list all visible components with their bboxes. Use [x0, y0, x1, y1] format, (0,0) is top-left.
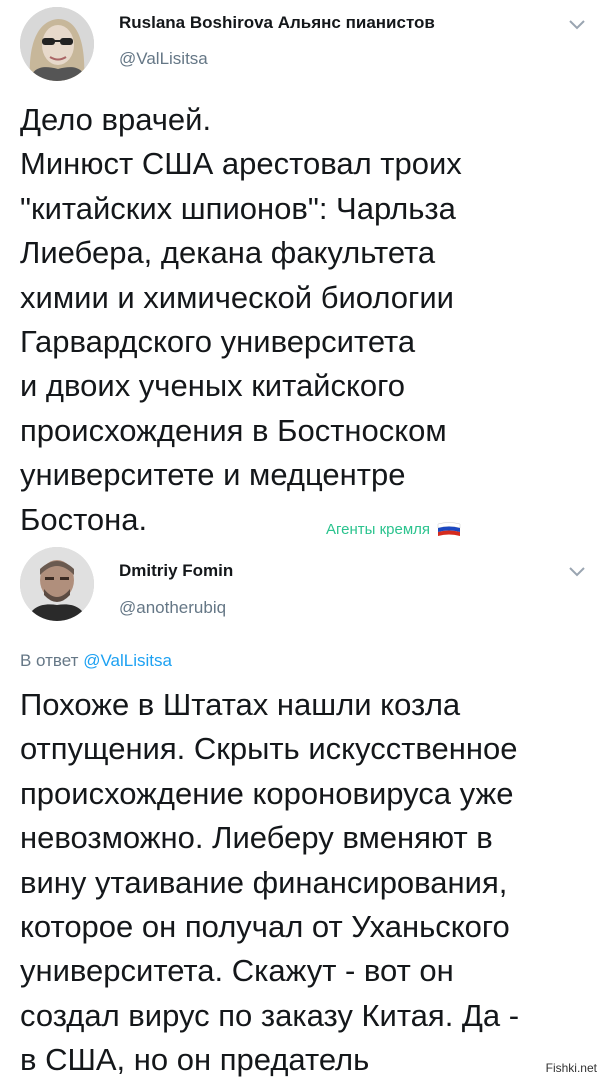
author-handle[interactable]: @ValLisitsa	[119, 49, 208, 69]
stamp-text: Агенты кремля	[326, 521, 431, 538]
chevron-down-icon[interactable]	[568, 565, 586, 577]
tweet-text: Похоже в Штатах нашли козла отпущения. С…	[20, 687, 520, 1078]
russian-flag-icon	[436, 521, 462, 538]
tweet-1: Ruslana Boshirova Альянс пианистов @ValL…	[0, 0, 604, 545]
reply-mention-link[interactable]: @ValLisitsa	[83, 651, 172, 670]
stamp-overlay: Агенты кремля	[326, 521, 462, 538]
author-name[interactable]: Ruslana Boshirova Альянс пианистов	[119, 13, 435, 33]
reply-context: В ответ @ValLisitsa	[20, 651, 172, 671]
tweet-text: Дело врачей. Минюст США арестовал троих …	[20, 102, 462, 537]
author-name[interactable]: Dmitriy Fomin	[119, 561, 233, 581]
reply-prefix: В ответ	[20, 651, 79, 670]
author-handle[interactable]: @anotherubiq	[119, 598, 226, 618]
chevron-down-icon[interactable]	[568, 18, 586, 30]
avatar[interactable]	[20, 547, 94, 621]
tweet-2: Dmitriy Fomin @anotherubiq В ответ @ValL…	[0, 545, 604, 1080]
watermark: Fishki.net	[542, 1060, 600, 1076]
avatar[interactable]	[20, 7, 94, 81]
